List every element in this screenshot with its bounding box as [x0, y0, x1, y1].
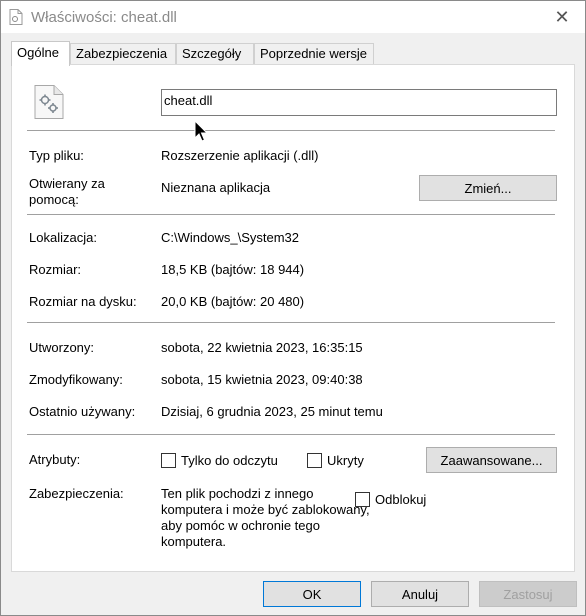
advanced-button[interactable]: Zaawansowane...: [426, 447, 557, 473]
modified-label: Zmodyfikowany:: [29, 372, 123, 387]
advanced-button-label: Zaawansowane...: [440, 452, 543, 468]
security-message: Ten plik pochodzi z innego komputera i m…: [161, 486, 370, 549]
divider: [27, 434, 555, 435]
tab-general[interactable]: Ogólne: [11, 41, 70, 66]
opens-with-value: Nieznana aplikacja: [161, 180, 271, 195]
apply-button[interactable]: Zastosuj: [479, 581, 577, 607]
file-icon: [9, 9, 23, 25]
tab-label: Poprzednie wersje: [260, 46, 367, 61]
tab-security[interactable]: Zabezpieczenia: [70, 43, 176, 65]
size-value: 18,5 KB (bajtów: 18 944): [161, 262, 305, 277]
opens-with-label-line2: pomocą:: [29, 192, 79, 207]
file-name-value: cheat.dll: [164, 93, 213, 108]
divider: [27, 322, 555, 323]
tab-label: Ogólne: [17, 45, 59, 60]
unblock-checkbox[interactable]: Odblokuj: [355, 492, 429, 507]
created-value: sobota, 22 kwietnia 2023, 16:35:15: [161, 340, 363, 355]
tab-previous-versions[interactable]: Poprzednie wersje: [254, 43, 374, 65]
change-button-label: Zmień...: [464, 180, 512, 196]
tab-label: Szczegóły: [182, 46, 242, 61]
size-on-disk-value: 20,0 KB (bajtów: 20 480): [161, 294, 305, 309]
checkbox-box[interactable]: [355, 492, 370, 507]
cancel-button[interactable]: Anuluj: [371, 581, 469, 607]
unblock-label: Odblokuj: [375, 492, 427, 507]
file-type-label: Typ pliku:: [29, 148, 84, 163]
change-button[interactable]: Zmień...: [419, 175, 557, 201]
ok-button[interactable]: OK: [263, 581, 361, 607]
properties-dialog: Właściwości: cheat.dll ✕ Ogólne Zabezpie…: [0, 0, 586, 616]
attributes-label: Atrybuty:: [29, 452, 81, 467]
security-label: Zabezpieczenia:: [29, 486, 124, 501]
apply-button-label: Zastosuj: [503, 586, 553, 602]
title-bar[interactable]: Właściwości: cheat.dll ✕: [1, 1, 585, 33]
file-type-value: Rozszerzenie aplikacji (.dll): [161, 148, 319, 163]
divider: [27, 214, 555, 215]
created-label: Utworzony:: [29, 340, 95, 355]
tab-label: Zabezpieczenia: [76, 46, 168, 61]
size-on-disk-label: Rozmiar na dysku:: [29, 294, 137, 309]
tab-details[interactable]: Szczegóły: [176, 43, 254, 65]
location-value: C:\Windows_\System32: [161, 230, 299, 245]
accessed-value: Dzisiaj, 6 grudnia 2023, 25 minut temu: [161, 404, 383, 419]
accessed-label: Ostatnio używany:: [29, 404, 136, 419]
ok-button-label: OK: [302, 586, 322, 602]
close-button[interactable]: ✕: [539, 1, 585, 33]
readonly-checkbox[interactable]: Tylko do odczytu: [161, 453, 278, 468]
file-name-input[interactable]: cheat.dll: [161, 89, 557, 116]
mouse-pointer-icon: [194, 119, 209, 144]
window-title: Właściwości: cheat.dll: [31, 9, 177, 26]
checkbox-box[interactable]: [307, 453, 322, 468]
general-panel: cheat.dll Typ pliku: Rozszerzenie aplika…: [11, 64, 575, 572]
hidden-label: Ukryty: [327, 453, 364, 468]
checkbox-box[interactable]: [161, 453, 176, 468]
size-label: Rozmiar:: [29, 262, 82, 277]
divider: [27, 130, 555, 131]
hidden-checkbox[interactable]: Ukryty: [307, 453, 364, 468]
modified-value: sobota, 15 kwietnia 2023, 09:40:38: [161, 372, 363, 387]
cancel-button-label: Anuluj: [401, 586, 439, 602]
location-label: Lokalizacja:: [29, 230, 97, 245]
dll-file-icon: [34, 85, 64, 119]
readonly-label: Tylko do odczytu: [181, 453, 278, 468]
close-icon: ✕: [554, 6, 570, 27]
opens-with-label-line1: Otwierany za: [29, 176, 105, 191]
